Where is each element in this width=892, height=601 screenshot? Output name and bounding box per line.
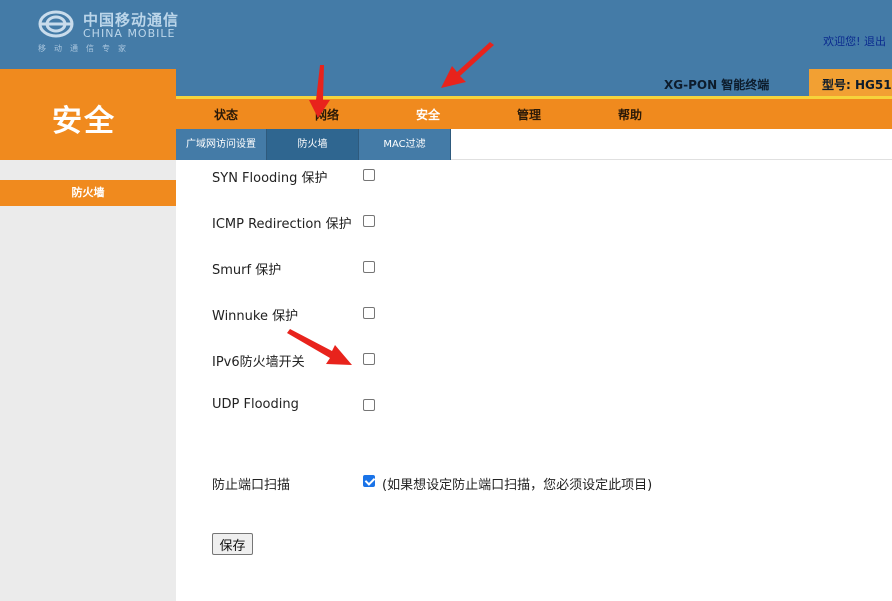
udp-flooding-label: UDP Flooding (212, 397, 299, 412)
logout-link[interactable]: 退出 (864, 35, 886, 48)
nav-status[interactable]: 状态 (214, 106, 238, 123)
top-header: 中国移动通信 CHINA MOBILE 移动通信专家 欢迎您! 退出 (0, 0, 892, 69)
tab-wan-access[interactable]: 广域网访问设置 (176, 129, 267, 160)
icmp-redirection-checkbox[interactable] (363, 215, 375, 227)
nav-security[interactable]: 安全 (416, 106, 440, 123)
welcome-text: 欢迎您! (823, 35, 861, 48)
ipv6-firewall-checkbox[interactable] (363, 353, 375, 365)
icmp-redirection-label: ICMP Redirection 保护 (212, 217, 352, 232)
brand-slogan: 移动通信专家 (38, 44, 134, 53)
udp-flooding-checkbox[interactable] (363, 399, 375, 411)
subtab-bar: 广域网访问设置 防火墙 MAC过滤 (176, 129, 892, 160)
port-scan-label: 防止端口扫描 (212, 478, 291, 493)
winnuke-checkbox[interactable] (363, 307, 375, 319)
nav-management[interactable]: 管理 (517, 106, 541, 123)
product-bar: XG-PON 智能终端 型号: HG51 (176, 69, 892, 99)
china-mobile-logo: 中国移动通信 CHINA MOBILE 移动通信专家 (36, 8, 196, 58)
section-header: 安全 (0, 69, 176, 160)
winnuke-label: Winnuke 保护 (212, 309, 299, 324)
port-scan-checkbox[interactable] (363, 475, 375, 487)
sidebar-item-firewall[interactable]: 防火墙 (0, 180, 176, 206)
product-name: XG-PON 智能终端 (664, 78, 770, 92)
nav-help[interactable]: 帮助 (618, 106, 642, 123)
syn-flooding-label: SYN Flooding 保护 (212, 171, 328, 186)
smurf-label: Smurf 保护 (212, 263, 282, 278)
syn-flooding-checkbox[interactable] (363, 169, 375, 181)
nav-network[interactable]: 网络 (315, 106, 339, 123)
section-title: 安全 (52, 104, 116, 139)
tab-mac-filter[interactable]: MAC过滤 (359, 129, 451, 160)
save-button[interactable]: 保存 (212, 533, 253, 555)
model-box: 型号: HG51 (809, 69, 892, 96)
port-scan-note: (如果想设定防止端口扫描，您必须设定此项目) (382, 478, 653, 493)
brand-name-en: CHINA MOBILE (83, 27, 176, 40)
china-mobile-logo-icon (38, 10, 74, 38)
tab-firewall[interactable]: 防火墙 (267, 129, 359, 160)
smurf-checkbox[interactable] (363, 261, 375, 273)
model-label: 型号: HG51 (822, 78, 892, 92)
sidebar: 防火墙 (0, 160, 176, 601)
firewall-settings-panel: SYN Flooding 保护 ICMP Redirection 保护 Smur… (176, 160, 892, 601)
main-nav: 状态 网络 安全 管理 帮助 (176, 99, 892, 129)
welcome-area: 欢迎您! 退出 (823, 33, 886, 49)
ipv6-firewall-label: IPv6防火墙开关 (212, 355, 305, 370)
